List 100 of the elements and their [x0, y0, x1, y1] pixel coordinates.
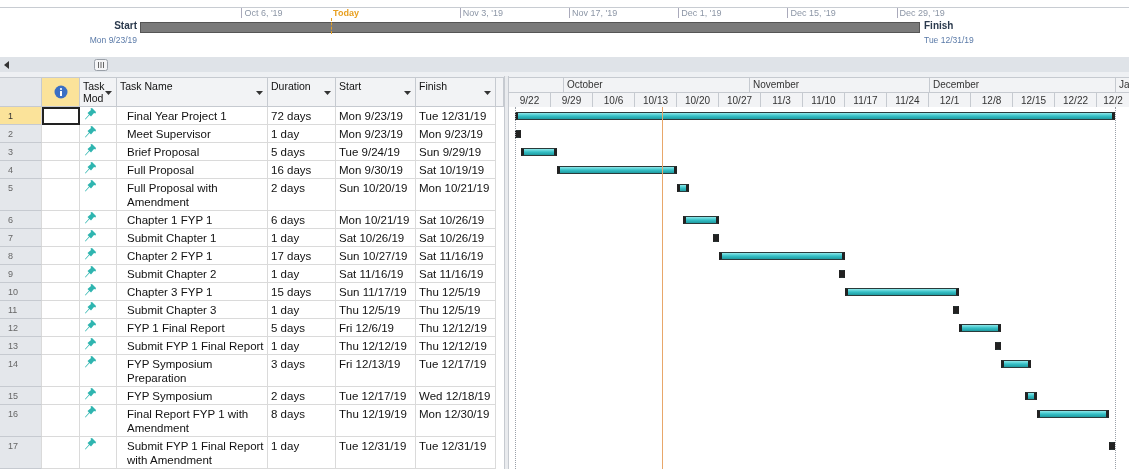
- indicator-cell[interactable]: [42, 107, 80, 125]
- indicator-cell[interactable]: [42, 229, 80, 247]
- task-duration: 1 day: [268, 301, 336, 319]
- timeline-start-date: Mon 9/23/19: [89, 35, 138, 45]
- task-start: Mon 9/23/19: [336, 107, 416, 125]
- indicator-cell[interactable]: [42, 301, 80, 319]
- timeline-tick-label: Oct 6, '19: [241, 8, 283, 18]
- pin-icon: [83, 301, 97, 314]
- indicator-cell[interactable]: [42, 337, 80, 355]
- column-header[interactable]: [496, 77, 504, 107]
- indicator-cell[interactable]: [42, 125, 80, 143]
- row-number[interactable]: 3: [0, 143, 42, 161]
- indicator-cell[interactable]: [42, 387, 80, 405]
- indicator-cell[interactable]: [42, 247, 80, 265]
- row-number[interactable]: 17: [0, 437, 42, 469]
- task-bar: [1025, 392, 1037, 400]
- info-column-header[interactable]: [42, 77, 80, 107]
- caret-icon[interactable]: [404, 91, 411, 95]
- scroll-left-icon[interactable]: [4, 60, 10, 69]
- task-finish: Wed 12/18/19: [416, 387, 496, 405]
- pin-icon: [83, 107, 97, 120]
- task-bar: [1109, 442, 1115, 450]
- row-number[interactable]: 13: [0, 337, 42, 355]
- row-number[interactable]: 5: [0, 179, 42, 211]
- task-name: FYP 1 Final Report: [117, 319, 268, 337]
- week-header: 12/2: [1102, 94, 1124, 107]
- pin-icon: [83, 179, 97, 192]
- indicator-cell[interactable]: [42, 211, 80, 229]
- task-start: Tue 9/24/19: [336, 143, 416, 161]
- column-header[interactable]: Finish: [416, 77, 496, 107]
- task-name: Submit Chapter 3: [117, 301, 268, 319]
- task-finish: Mon 10/21/19: [416, 179, 496, 211]
- week-header: 10/6: [593, 93, 635, 107]
- task-name: FYP Symposium Preparation: [117, 355, 268, 387]
- indicator-cell[interactable]: [42, 283, 80, 301]
- indicator-cell[interactable]: [42, 319, 80, 337]
- column-header[interactable]: Task Name: [117, 77, 268, 107]
- week-header: 9/29: [551, 93, 593, 107]
- row-number[interactable]: 16: [0, 405, 42, 437]
- caret-icon[interactable]: [256, 91, 263, 95]
- caret-icon[interactable]: [105, 91, 112, 95]
- task-name: Submit FYP 1 Final Report with Amendment: [117, 437, 268, 469]
- indicator-cell[interactable]: [42, 143, 80, 161]
- task-duration: 1 day: [268, 337, 336, 355]
- row-number[interactable]: 11: [0, 301, 42, 319]
- task-bar: [683, 216, 719, 224]
- month-header: Ja: [1115, 78, 1129, 92]
- pin-icon: [83, 319, 97, 332]
- indicator-cell[interactable]: [42, 405, 80, 437]
- caret-icon[interactable]: [484, 91, 491, 95]
- row-number[interactable]: 4: [0, 161, 42, 179]
- indicator-cell[interactable]: [42, 265, 80, 283]
- row-number[interactable]: 9: [0, 265, 42, 283]
- pane-splitter[interactable]: [504, 76, 509, 469]
- indicator-cell[interactable]: [42, 161, 80, 179]
- task-duration: 72 days: [268, 107, 336, 125]
- indicator-cell[interactable]: [42, 437, 80, 469]
- timeline-tick-label: Dec 15, '19: [787, 8, 836, 18]
- row-number[interactable]: 1: [0, 107, 42, 125]
- column-header[interactable]: Start: [336, 77, 416, 107]
- row-number[interactable]: 8: [0, 247, 42, 265]
- column-header[interactable]: Task Mod: [80, 77, 117, 107]
- info-icon: [53, 85, 68, 99]
- row-number[interactable]: 12: [0, 319, 42, 337]
- task-duration: 3 days: [268, 355, 336, 387]
- timeline-finish-label: Finish: [924, 20, 955, 31]
- task-duration: 5 days: [268, 143, 336, 161]
- task-finish: Sat 11/16/19: [416, 247, 496, 265]
- indicator-cell[interactable]: [42, 179, 80, 211]
- task-finish: Tue 12/17/19: [416, 355, 496, 387]
- week-header: 11/24: [887, 93, 929, 107]
- pin-icon: [83, 229, 97, 242]
- task-start: Thu 12/12/19: [336, 337, 416, 355]
- row-number[interactable]: 6: [0, 211, 42, 229]
- task-bar: [1001, 360, 1031, 368]
- task-start: Thu 12/5/19: [336, 301, 416, 319]
- task-finish: Sun 9/29/19: [416, 143, 496, 161]
- row-number[interactable]: 2: [0, 125, 42, 143]
- pin-icon: [83, 437, 97, 450]
- task-name: Meet Supervisor: [117, 125, 268, 143]
- task-name: Chapter 1 FYP 1: [117, 211, 268, 229]
- row-number[interactable]: 14: [0, 355, 42, 387]
- row-number[interactable]: 15: [0, 387, 42, 405]
- week-header: 10/20: [677, 93, 719, 107]
- row-number[interactable]: 7: [0, 229, 42, 247]
- row-number[interactable]: 10: [0, 283, 42, 301]
- splitter-handle-icon[interactable]: [94, 58, 108, 71]
- task-start: Sun 10/20/19: [336, 179, 416, 211]
- task-duration: 17 days: [268, 247, 336, 265]
- indicator-cell[interactable]: [42, 355, 80, 387]
- task-finish: Tue 12/31/19: [416, 437, 496, 469]
- task-start: Fri 12/13/19: [336, 355, 416, 387]
- task-start: Mon 9/23/19: [336, 125, 416, 143]
- column-header[interactable]: Duration: [268, 77, 336, 107]
- task-bar: [515, 130, 521, 138]
- task-name: Submit Chapter 2: [117, 265, 268, 283]
- pin-icon: [83, 161, 97, 174]
- caret-icon[interactable]: [324, 91, 331, 95]
- task-finish: Sat 10/19/19: [416, 161, 496, 179]
- task-duration: 5 days: [268, 319, 336, 337]
